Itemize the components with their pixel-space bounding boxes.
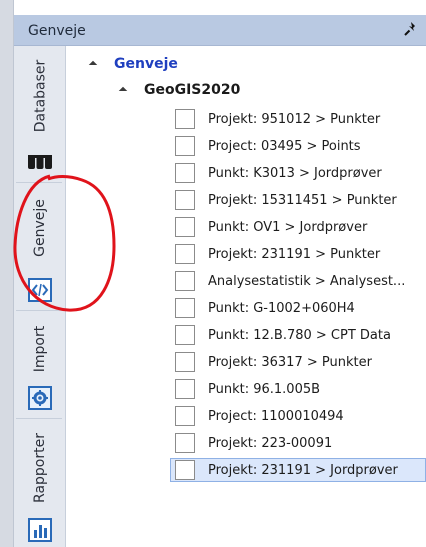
database-icon[interactable] bbox=[26, 148, 54, 176]
collapse-icon[interactable] bbox=[118, 86, 128, 96]
shortcut-code-icon[interactable] bbox=[26, 276, 54, 304]
item-label: Punkt: OV1 > Jordprøver bbox=[208, 220, 368, 235]
tree-item[interactable]: Projekt: 231191 > Punkter bbox=[170, 242, 426, 266]
left-edge-strip bbox=[0, 0, 14, 547]
item-checkbox[interactable] bbox=[175, 379, 195, 399]
item-label: Projekt: 36317 > Punkter bbox=[208, 355, 372, 370]
item-label: Analysestatistik > Analysest... bbox=[208, 274, 406, 289]
item-label: Project: 1100010494 bbox=[208, 409, 344, 424]
tab-rapporter-label: Rapporter bbox=[32, 433, 49, 503]
tab-genveje-label: Genveje bbox=[32, 199, 48, 257]
tree-item[interactable]: Projekt: 223-00091 bbox=[170, 431, 426, 455]
item-label: Punkt: 12.B.780 > CPT Data bbox=[208, 328, 391, 343]
item-checkbox[interactable] bbox=[175, 460, 195, 480]
tree-item[interactable]: Project: 03495 > Points bbox=[170, 134, 426, 158]
tree-group-geogis2020[interactable]: GeoGIS2020 bbox=[144, 82, 240, 98]
tab-divider bbox=[16, 310, 62, 311]
item-label: Projekt: 231191 > Punkter bbox=[208, 247, 381, 262]
item-checkbox[interactable] bbox=[175, 352, 195, 372]
panel-title: Genveje bbox=[28, 23, 86, 39]
gear-import-icon[interactable] bbox=[26, 384, 54, 412]
tree-item[interactable]: Punkt: OV1 > Jordprøver bbox=[170, 215, 426, 239]
item-checkbox[interactable] bbox=[175, 136, 195, 156]
item-checkbox[interactable] bbox=[175, 244, 195, 264]
item-checkbox[interactable] bbox=[175, 271, 195, 291]
item-checkbox[interactable] bbox=[175, 433, 195, 453]
item-checkbox[interactable] bbox=[175, 217, 195, 237]
tree-item[interactable]: Analysestatistik > Analysest... bbox=[170, 269, 426, 293]
tree-root-genveje[interactable]: Genveje bbox=[114, 56, 178, 72]
tree-item[interactable]: Projekt: 15311451 > Punkter bbox=[170, 188, 426, 212]
tab-rapporter[interactable]: Rapporter bbox=[24, 424, 56, 512]
bar-chart-report-icon[interactable] bbox=[26, 516, 54, 544]
tab-divider bbox=[16, 418, 62, 419]
tab-import[interactable]: Import bbox=[24, 318, 56, 380]
tree-item[interactable]: Punkt: 12.B.780 > CPT Data bbox=[170, 323, 426, 347]
tab-genveje[interactable]: Genveje bbox=[24, 190, 56, 266]
tab-databaser[interactable]: Databaser bbox=[24, 54, 56, 138]
tree-item[interactable]: Punkt: K3013 > Jordprøver bbox=[170, 161, 426, 185]
tab-import-label: Import bbox=[32, 325, 48, 373]
item-label: Punkt: 96.1.005B bbox=[208, 382, 321, 397]
item-label: Projekt: 231191 > Jordprøver bbox=[208, 463, 398, 478]
pin-icon[interactable] bbox=[402, 20, 420, 38]
item-label: Punkt: G-1002+060H4 bbox=[208, 301, 355, 316]
item-label: Projekt: 951012 > Punkter bbox=[208, 112, 381, 127]
collapse-icon[interactable] bbox=[88, 60, 98, 70]
item-checkbox[interactable] bbox=[175, 109, 195, 129]
item-checkbox[interactable] bbox=[175, 406, 195, 426]
item-checkbox[interactable] bbox=[175, 190, 195, 210]
tree-item[interactable]: Projekt: 951012 > Punkter bbox=[170, 107, 426, 131]
item-label: Projekt: 15311451 > Punkter bbox=[208, 193, 397, 208]
item-checkbox[interactable] bbox=[175, 298, 195, 318]
item-checkbox[interactable] bbox=[175, 325, 195, 345]
item-label: Punkt: K3013 > Jordprøver bbox=[208, 166, 382, 181]
tree-item[interactable]: Punkt: G-1002+060H4 bbox=[170, 296, 426, 320]
item-label: Project: 03495 > Points bbox=[208, 139, 361, 154]
tree-item[interactable]: Project: 1100010494 bbox=[170, 404, 426, 428]
shortcut-tree: Genveje GeoGIS2020 Projekt: 951012 > Pun… bbox=[66, 46, 426, 547]
tab-divider bbox=[16, 182, 62, 183]
tree-item[interactable]: Punkt: 96.1.005B bbox=[170, 377, 426, 401]
tab-databaser-label: Databaser bbox=[32, 59, 48, 133]
tree-item-selected[interactable]: Projekt: 231191 > Jordprøver bbox=[170, 458, 426, 482]
item-label: Projekt: 223-00091 bbox=[208, 436, 333, 451]
item-checkbox[interactable] bbox=[175, 163, 195, 183]
tree-item[interactable]: Projekt: 36317 > Punkter bbox=[170, 350, 426, 374]
panel-titlebar: Genveje bbox=[14, 15, 426, 46]
